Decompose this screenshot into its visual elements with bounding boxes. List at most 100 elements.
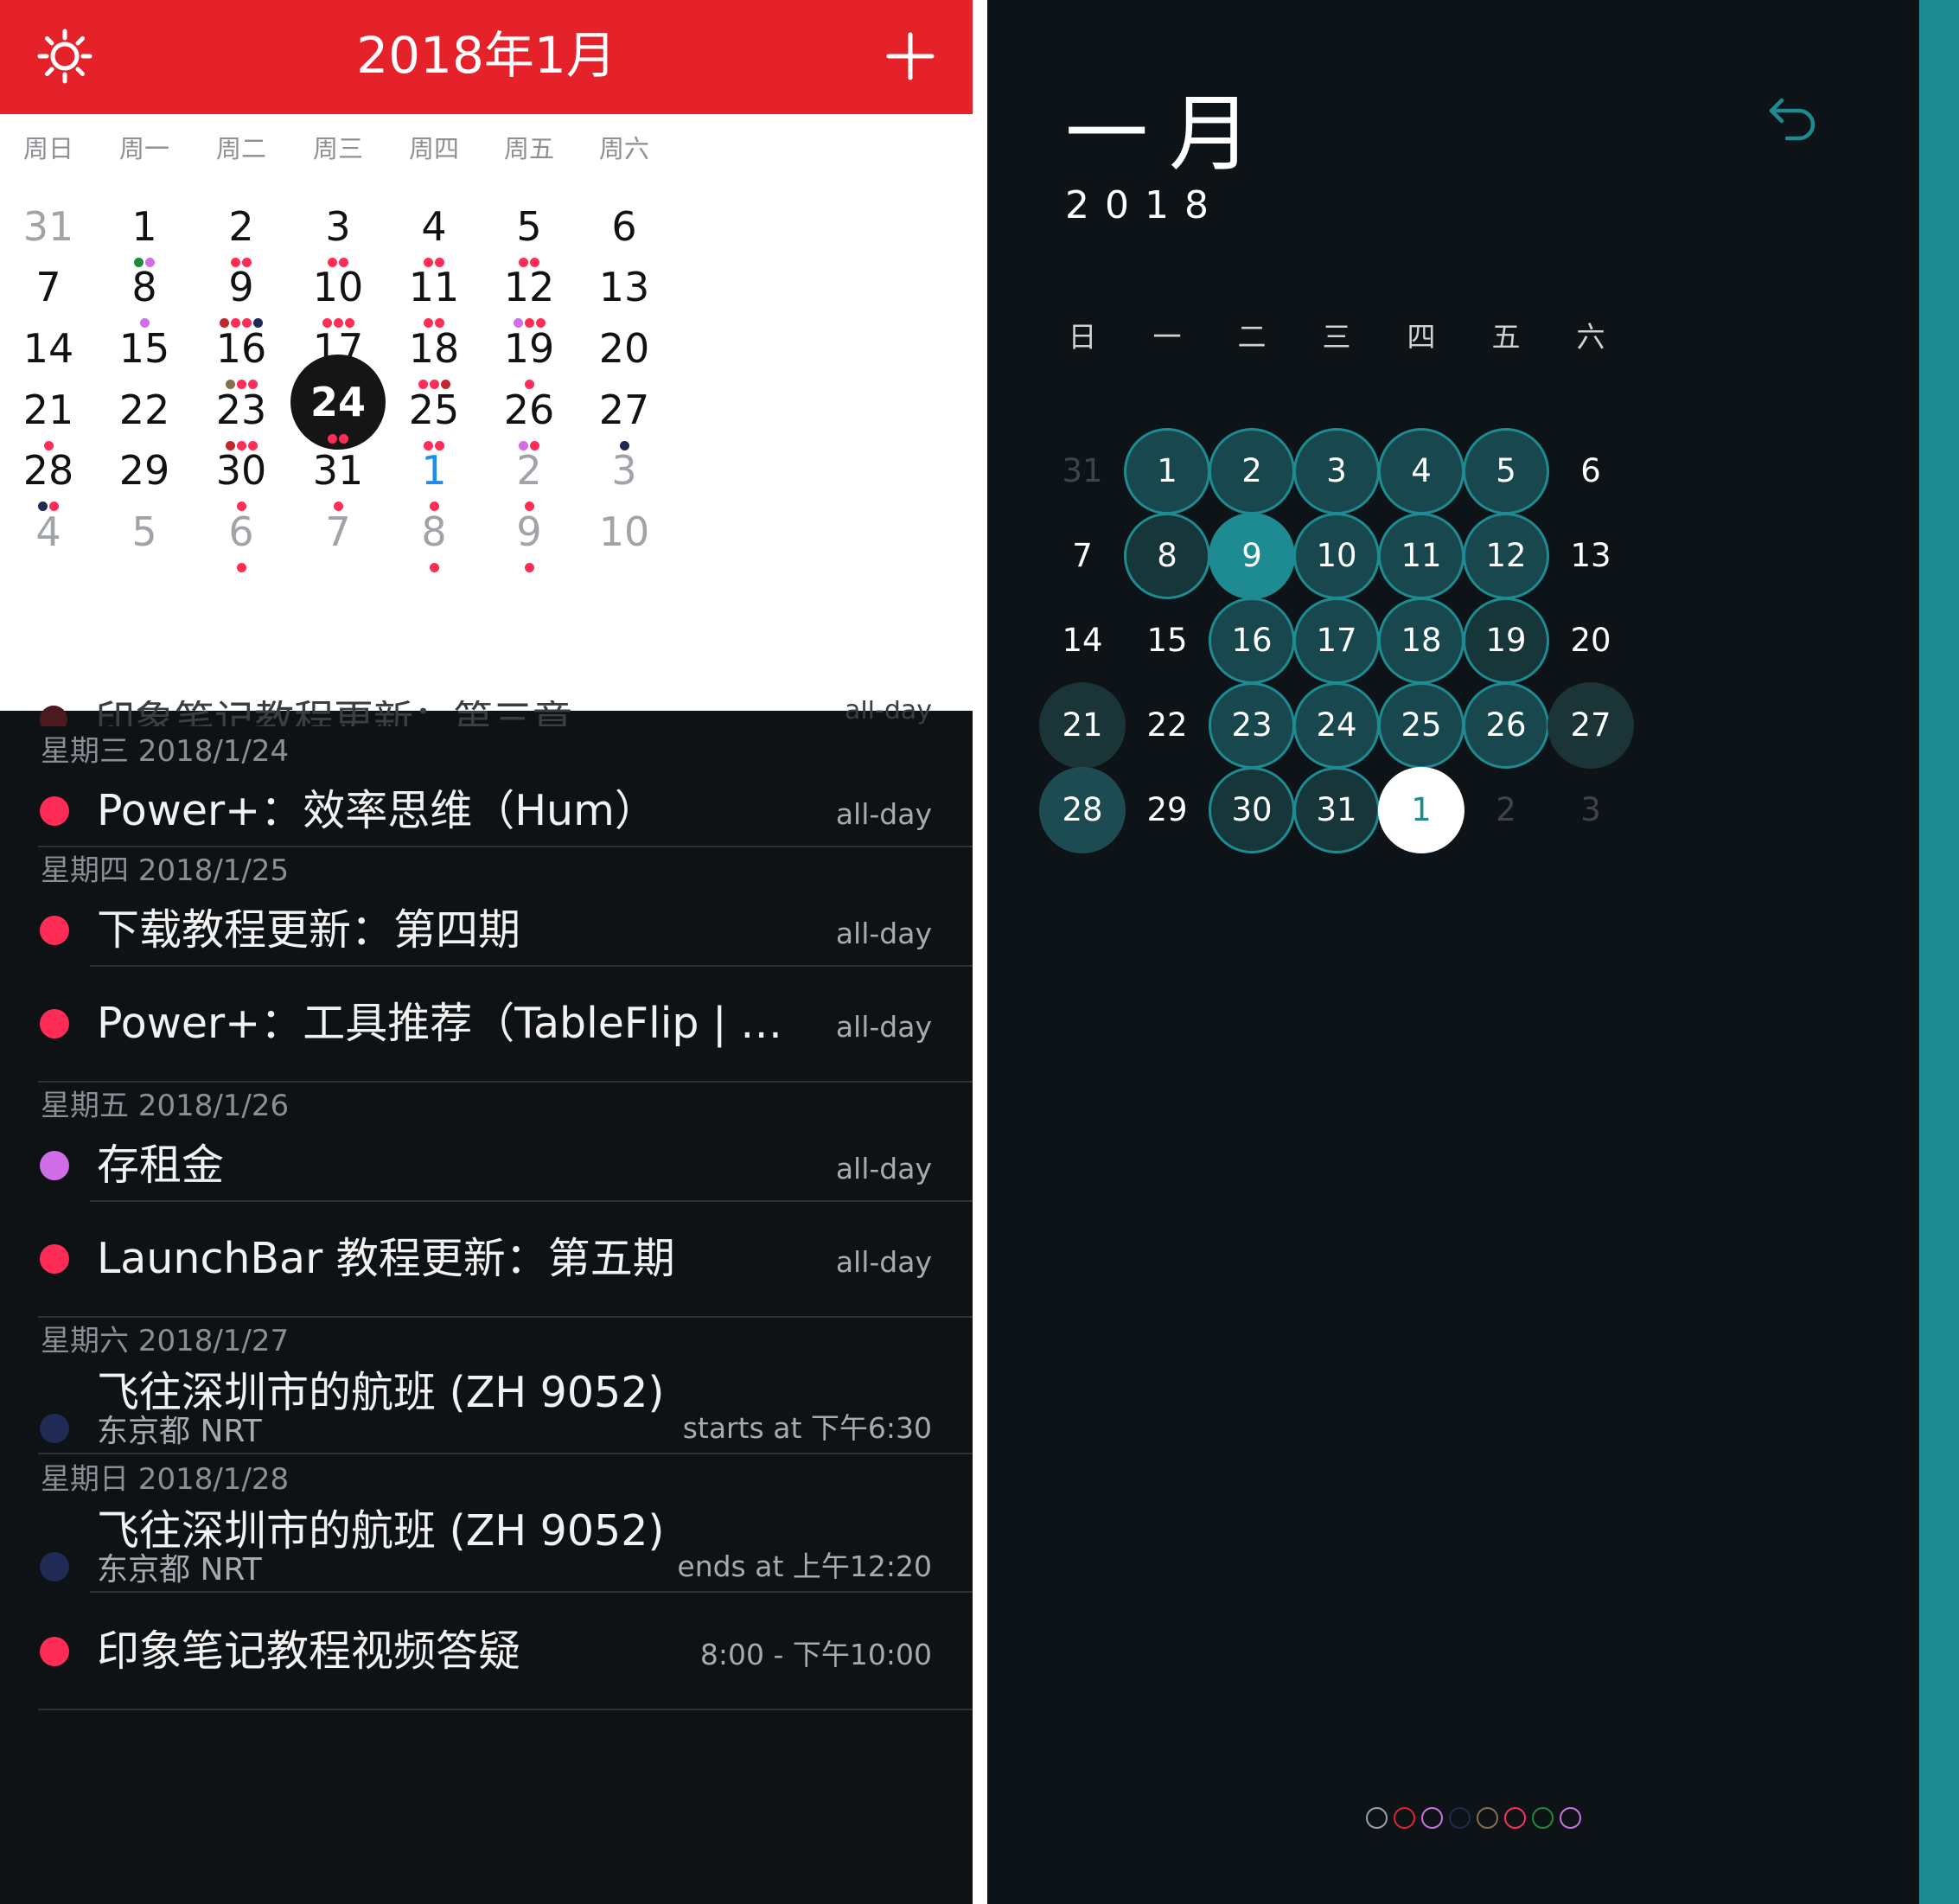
day-cell[interactable]: 10 xyxy=(1293,513,1380,599)
weekday-label: 周三 xyxy=(312,134,363,163)
calendar-filter-dot[interactable] xyxy=(1560,1807,1581,1829)
day-cell[interactable]: 25 xyxy=(1378,682,1464,769)
day-cell[interactable]: 7 xyxy=(1039,513,1126,599)
calendar-filter-dot[interactable] xyxy=(1504,1807,1526,1829)
day-section-header: 星期日 2018/1/28 xyxy=(41,1462,290,1497)
calendar-color-dot xyxy=(40,1414,69,1443)
weekday-label: 二 xyxy=(1237,320,1267,354)
day-cell[interactable]: 3 xyxy=(1293,428,1380,514)
day-cell[interactable]: 4 xyxy=(1378,428,1464,514)
day-cell[interactable]: 15 xyxy=(1124,597,1210,684)
day-number: 13 xyxy=(598,264,650,310)
day-cell[interactable]: 16 xyxy=(1209,597,1295,684)
event-row[interactable]: Power+：效率思维（Hum） all-day xyxy=(0,776,973,845)
day-cell[interactable]: 12 xyxy=(1463,513,1549,599)
day-cell[interactable]: 17 xyxy=(1293,597,1380,684)
event-row[interactable]: Power+：工具推荐（TableFlip | 文… all-day xyxy=(0,965,973,1078)
event-title: Power+：效率思维（Hum） xyxy=(97,786,657,835)
event-dots xyxy=(559,563,689,572)
weekday-label: 五 xyxy=(1491,320,1521,354)
day-cell[interactable]: 2 xyxy=(1209,428,1295,514)
day-cell[interactable]: 14 xyxy=(1039,597,1126,684)
divider xyxy=(973,0,987,1904)
weekday-label: 四 xyxy=(1407,320,1436,354)
event-title: 印象笔记教程更新：第三章 xyxy=(95,700,572,726)
day-cell[interactable]: 5 xyxy=(1463,428,1549,514)
day-cell[interactable]: 8 xyxy=(1124,513,1210,599)
day-cell[interactable]: 3 xyxy=(1547,767,1634,853)
day-cell[interactable]: 6 xyxy=(1547,428,1634,514)
page-title: 2018年1月 xyxy=(356,26,616,85)
weekday-label: 周六 xyxy=(598,134,649,163)
day-cell[interactable]: 28 xyxy=(1039,767,1126,853)
event-time: all-day xyxy=(835,1152,932,1185)
day-cell-selected[interactable]: 1 xyxy=(1378,767,1464,853)
day-number: 3 xyxy=(611,447,637,494)
event-row[interactable]: 下载教程更新：第四期 all-day xyxy=(0,896,973,964)
row-divider xyxy=(38,1081,973,1083)
day-cell[interactable]: 18 xyxy=(1378,597,1464,684)
top-bar: 2018年1月 xyxy=(0,0,973,114)
weekday-label: 一 xyxy=(1152,320,1182,354)
calendar-filter-dot[interactable] xyxy=(1366,1807,1388,1829)
event-time: all-day xyxy=(835,1245,932,1279)
day-cell[interactable]: 1 xyxy=(1124,428,1210,514)
undo-icon[interactable] xyxy=(1761,86,1822,147)
event-location: 东京都 NRT xyxy=(97,1414,262,1449)
month-grid: 周日 周一 周二 周三 周四 周五 周六 31 1 2 3 4 5 6 7 8 9 10 11 12 13 14 15 16 1… xyxy=(0,114,973,711)
day-cell[interactable]: 31 xyxy=(1039,428,1126,514)
calendar-filter-dot[interactable] xyxy=(1449,1807,1471,1829)
day-number: 27 xyxy=(598,387,650,433)
month-overview-panel: 一月 2018 日一二三四五六 31 1 2 3 4 5 6 7 8 9 10 11 12 13 14 15 16… xyxy=(987,0,1919,1904)
day-cell[interactable]: 20 xyxy=(1547,597,1634,684)
event-row[interactable]: 飞往深圳市的航班 (ZH 9052) 东京都 NRT ends at 上午12:20 xyxy=(0,1505,973,1588)
event-time: ends at 上午12:20 xyxy=(677,1549,932,1583)
day-cell[interactable]: 13 xyxy=(1547,513,1634,599)
day-cell[interactable]: 30 xyxy=(1209,767,1295,853)
day-cell[interactable]: 10 xyxy=(559,489,689,577)
day-cell[interactable]: 22 xyxy=(1124,682,1210,769)
calendar-filter-dot[interactable] xyxy=(1421,1807,1443,1829)
event-row[interactable]: 印象笔记教程视频答疑 8:00 - 下午10:00 xyxy=(0,1593,973,1706)
event-title: Power+：工具推荐（TableFlip | 文… xyxy=(97,999,814,1048)
calendar-color-dot xyxy=(40,1637,69,1666)
day-number: 6 xyxy=(611,203,637,250)
event-title: LaunchBar 教程更新：第五期 xyxy=(97,1234,675,1283)
day-cell[interactable]: 2 xyxy=(1463,767,1549,853)
calendar-filter-dot[interactable] xyxy=(1394,1807,1415,1829)
weekday-label: 六 xyxy=(1576,320,1605,354)
day-section-header: 星期三 2018/1/24 xyxy=(41,734,290,769)
day-cell[interactable]: 9 xyxy=(1209,513,1295,599)
event-row[interactable]: LaunchBar 教程更新：第五期 all-day xyxy=(0,1200,973,1313)
day-cell[interactable]: 21 xyxy=(1039,682,1126,769)
weekday-label: 周五 xyxy=(503,134,554,163)
calendar-app-panel: 2018年1月 周日 周一 周二 周三 周四 周五 周六 31 1 2 3 4 5 6 7 8 9 10 11 12 1… xyxy=(0,0,973,1904)
event-row[interactable]: 飞往深圳市的航班 (ZH 9052) 东京都 NRT starts at 下午6:3… xyxy=(0,1366,973,1449)
day-section-header: 星期四 2018/1/25 xyxy=(41,853,290,888)
add-icon[interactable] xyxy=(880,26,941,86)
event-dot xyxy=(328,434,337,444)
day-cell[interactable]: 19 xyxy=(1463,597,1549,684)
row-divider xyxy=(38,1709,973,1710)
calendar-color-dot xyxy=(40,1151,69,1180)
day-cell[interactable]: 29 xyxy=(1124,767,1210,853)
day-cell[interactable]: 31 xyxy=(1293,767,1380,853)
row-divider xyxy=(38,846,973,847)
calendar-color-dot xyxy=(40,916,69,945)
event-time: all-day xyxy=(835,797,932,831)
calendar-color-dot xyxy=(40,1009,69,1038)
calendar-filter-dot[interactable] xyxy=(1532,1807,1554,1829)
day-cell[interactable]: 23 xyxy=(1209,682,1295,769)
event-row[interactable]: 存租金 all-day xyxy=(0,1131,973,1199)
calendar-color-filter xyxy=(1366,1807,1587,1829)
day-cell[interactable]: 26 xyxy=(1463,682,1549,769)
month-title: 一月 xyxy=(1065,86,1273,182)
day-cell[interactable]: 11 xyxy=(1378,513,1464,599)
weekday-label: 周二 xyxy=(215,134,266,163)
day-cell[interactable]: 24 xyxy=(1293,682,1380,769)
calendar-filter-dot[interactable] xyxy=(1477,1807,1498,1829)
event-title: 下载教程更新：第四期 xyxy=(97,905,521,955)
weekday-label: 周日 xyxy=(22,134,73,163)
calendar-color-dot xyxy=(40,796,69,826)
day-cell[interactable]: 27 xyxy=(1547,682,1634,769)
